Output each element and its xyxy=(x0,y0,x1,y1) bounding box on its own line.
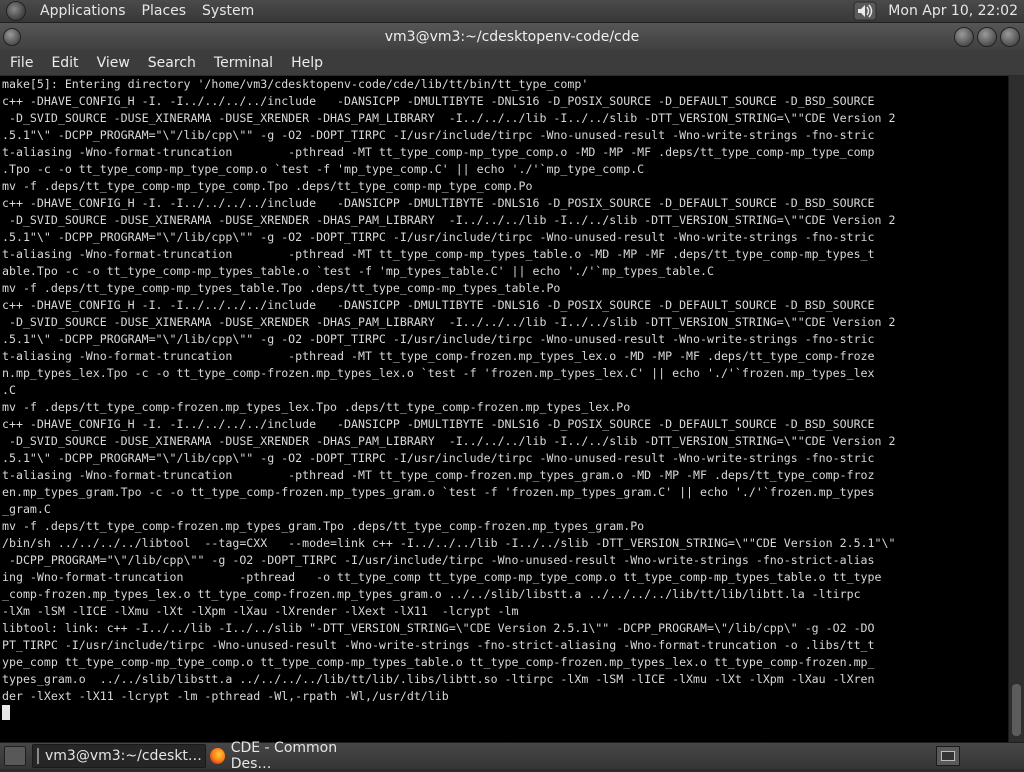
terminal-menubar: File Edit View Search Terminal Help xyxy=(0,50,1024,76)
terminal-line: en.mp_types_gram.Tpo -c -o tt_type_comp-… xyxy=(2,485,875,499)
terminal-line: mv -f .deps/tt_type_comp-frozen.mp_types… xyxy=(2,519,645,533)
terminal-line: PT_TIRPC -I/usr/include/tirpc -Wno-unuse… xyxy=(2,638,875,652)
terminal-line: c++ -DHAVE_CONFIG_H -I. -I../../../../in… xyxy=(2,298,875,312)
taskbar-item-label: vm3@vm3:~/cdeskt… xyxy=(45,748,202,764)
terminal-line: _gram.C xyxy=(2,502,51,516)
terminal-line: _comp-frozen.mp_types_lex.o tt_type_comp… xyxy=(2,587,861,601)
terminal-line: make[5]: Entering directory '/home/vm3/c… xyxy=(2,77,589,91)
terminal-line: .Tpo -c -o tt_type_comp-mp_type_comp.o `… xyxy=(2,162,645,176)
terminal-line: types_gram.o ../../slib/libstt.a ../../.… xyxy=(2,672,875,686)
terminal-line: t-aliasing -Wno-format-truncation -pthre… xyxy=(2,247,875,261)
applications-menu[interactable]: Applications xyxy=(32,3,134,19)
system-menu[interactable]: System xyxy=(194,3,262,19)
terminal-line: -D_SVID_SOURCE -DUSE_XINERAMA -DUSE_XREN… xyxy=(2,111,896,125)
terminal-line: -D_SVID_SOURCE -DUSE_XINERAMA -DUSE_XREN… xyxy=(2,315,896,329)
terminal-line: -DCPP_PROGRAM="\"/lib/cpp\"" -g -O2 -DOP… xyxy=(2,553,875,567)
terminal-line: der -lXext -lX11 -lcrypt -lm -pthread -W… xyxy=(2,689,449,703)
window-title: vm3@vm3:~/cdesktopenv-code/cde xyxy=(384,28,640,45)
top-panel: Applications Places System Mon Apr 10, 2… xyxy=(0,0,1024,23)
firefox-icon xyxy=(210,748,225,764)
terminal-line: mv -f .deps/tt_type_comp-mp_type_comp.Tp… xyxy=(2,179,533,193)
window-controls xyxy=(954,27,1020,47)
bottom-panel: vm3@vm3:~/cdeskt… CDE - Common Des… xyxy=(0,740,1024,772)
places-menu[interactable]: Places xyxy=(134,3,195,19)
terminal-line: c++ -DHAVE_CONFIG_H -I. -I../../../../in… xyxy=(2,94,875,108)
minimize-button[interactable] xyxy=(954,27,974,47)
window-menu-icon[interactable] xyxy=(3,28,21,46)
show-desktop-icon[interactable] xyxy=(4,746,26,766)
terminal-line: /bin/sh ../../../../libtool --tag=CXX --… xyxy=(2,536,896,550)
menu-help[interactable]: Help xyxy=(281,55,331,71)
scrollbar-thumb[interactable] xyxy=(1012,684,1021,736)
terminal-line: .5.1"\" -DCPP_PROGRAM="\"/lib/cpp\"" -g … xyxy=(2,128,875,142)
terminal-text: make[5]: Entering directory '/home/vm3/c… xyxy=(0,76,1008,722)
terminal-line: c++ -DHAVE_CONFIG_H -I. -I../../../../in… xyxy=(2,417,875,431)
terminal-line: t-aliasing -Wno-format-truncation -pthre… xyxy=(2,349,875,363)
taskbar-item-label: CDE - Common Des… xyxy=(230,740,338,772)
workspace-switcher-icon[interactable] xyxy=(936,746,960,766)
terminal-cursor xyxy=(2,705,10,720)
terminal-scrollbar[interactable] xyxy=(1008,76,1024,742)
taskbar-item-terminal[interactable]: vm3@vm3:~/cdeskt… xyxy=(32,744,206,768)
terminal-line: t-aliasing -Wno-format-truncation -pthre… xyxy=(2,145,875,159)
menu-terminal[interactable]: Terminal xyxy=(204,55,281,71)
distro-logo-icon[interactable] xyxy=(6,1,26,21)
terminal-line: mv -f .deps/tt_type_comp-mp_types_table.… xyxy=(2,281,561,295)
menu-view[interactable]: View xyxy=(87,55,138,71)
terminal-line: .5.1"\" -DCPP_PROGRAM="\"/lib/cpp\"" -g … xyxy=(2,451,875,465)
terminal-line: .5.1"\" -DCPP_PROGRAM="\"/lib/cpp\"" -g … xyxy=(2,230,875,244)
terminal-icon xyxy=(37,748,39,764)
close-button[interactable] xyxy=(1000,27,1020,47)
menu-search[interactable]: Search xyxy=(138,55,204,71)
panel-tray: Mon Apr 10, 22:02 xyxy=(852,1,1024,21)
terminal-line: ing -Wno-format-truncation -pthread -o t… xyxy=(2,570,882,584)
menu-file[interactable]: File xyxy=(0,55,41,71)
terminal-line: c++ -DHAVE_CONFIG_H -I. -I../../../../in… xyxy=(2,196,875,210)
taskbar-item-firefox[interactable]: CDE - Common Des… xyxy=(206,740,378,772)
terminal-line: n.mp_types_lex.Tpo -c -o tt_type_comp-fr… xyxy=(2,366,875,380)
terminal-line: able.Tpo -c -o tt_type_comp-mp_types_tab… xyxy=(2,264,714,278)
maximize-button[interactable] xyxy=(977,27,997,47)
menu-edit[interactable]: Edit xyxy=(41,55,86,71)
terminal-line: -lXm -lSM -lICE -lXmu -lXt -lXpm -lXau -… xyxy=(2,604,519,618)
terminal-line: libtool: link: c++ -I../../lib -I../../s… xyxy=(2,621,875,635)
terminal-line: ype_comp tt_type_comp-mp_type_comp.o tt_… xyxy=(2,655,875,669)
terminal-line: .5.1"\" -DCPP_PROGRAM="\"/lib/cpp\"" -g … xyxy=(2,332,875,346)
terminal-line: -D_SVID_SOURCE -DUSE_XINERAMA -DUSE_XREN… xyxy=(2,213,896,227)
terminal-line: .C xyxy=(2,383,16,397)
terminal-line: t-aliasing -Wno-format-truncation -pthre… xyxy=(2,468,875,482)
window-titlebar[interactable]: vm3@vm3:~/cdesktopenv-code/cde xyxy=(0,23,1024,50)
clock[interactable]: Mon Apr 10, 22:02 xyxy=(884,3,1024,19)
terminal-line: -D_SVID_SOURCE -DUSE_XINERAMA -DUSE_XREN… xyxy=(2,434,896,448)
terminal-line: mv -f .deps/tt_type_comp-frozen.mp_types… xyxy=(2,400,631,414)
speaker-volume-icon[interactable] xyxy=(852,1,880,21)
terminal-output[interactable]: make[5]: Entering directory '/home/vm3/c… xyxy=(0,76,1008,742)
